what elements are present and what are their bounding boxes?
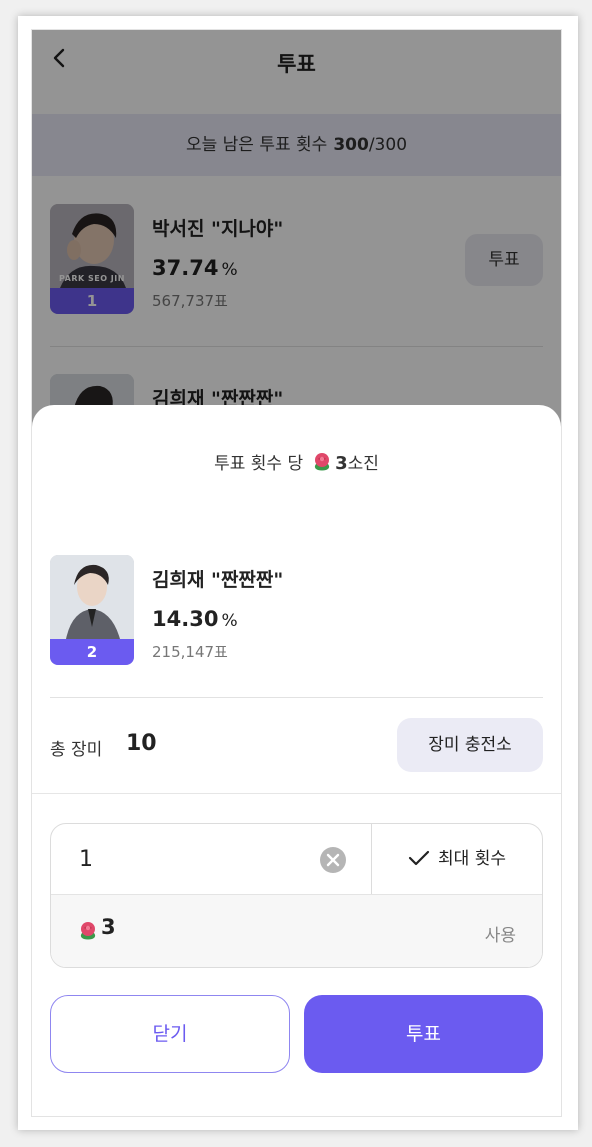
portrait-icon xyxy=(50,555,134,639)
vote-bottom-sheet: 투표 횟수 당 3소진 2 김희재 "짠짠짠" 14.30% 215,147표 … xyxy=(32,405,561,1116)
max-count-button[interactable]: 최대 횟수 xyxy=(372,824,542,894)
rose-usage-amount: 3 xyxy=(101,915,116,939)
total-roses-value: 10 xyxy=(126,731,157,756)
max-count-label: 최대 횟수 xyxy=(438,849,506,869)
cost-suffix: 소진 xyxy=(347,454,379,474)
close-button[interactable]: 닫기 xyxy=(50,995,290,1073)
divider xyxy=(50,697,543,698)
total-roses-label: 총 장미 xyxy=(50,740,103,760)
cost-prefix: 투표 횟수 당 xyxy=(214,454,304,474)
divider xyxy=(32,793,561,794)
app-screen: 투표 오늘 남은 투표 횟수 300/300 PARK SEO JIN 1 박서진… xyxy=(31,29,562,1117)
percent-unit: % xyxy=(221,611,238,631)
candidate-name: 김희재 "짠짠짠" xyxy=(152,569,284,591)
check-icon xyxy=(408,850,430,866)
clear-icon[interactable] xyxy=(319,846,347,874)
cost-value: 3 xyxy=(335,453,348,474)
candidate-votes: 215,147표 xyxy=(152,643,228,661)
submit-vote-button[interactable]: 투표 xyxy=(304,995,543,1073)
rose-charge-button[interactable]: 장미 충전소 xyxy=(397,718,543,772)
cost-per-vote: 투표 횟수 당 3소진 xyxy=(32,449,561,474)
vote-quantity-box: 최대 횟수 3 사용 xyxy=(50,823,543,968)
rose-usage-label: 사용 xyxy=(484,926,516,946)
percent-value: 14.30 xyxy=(152,607,219,631)
rank-badge: 2 xyxy=(50,639,134,665)
candidate-photo: 2 xyxy=(50,555,134,665)
candidate-percent: 14.30% xyxy=(152,607,238,631)
rose-icon xyxy=(314,453,330,471)
rose-icon xyxy=(80,922,96,940)
rose-usage-row: 3 사용 xyxy=(51,894,542,967)
selected-candidate: 2 김희재 "짠짠짠" 14.30% 215,147표 xyxy=(32,555,561,675)
